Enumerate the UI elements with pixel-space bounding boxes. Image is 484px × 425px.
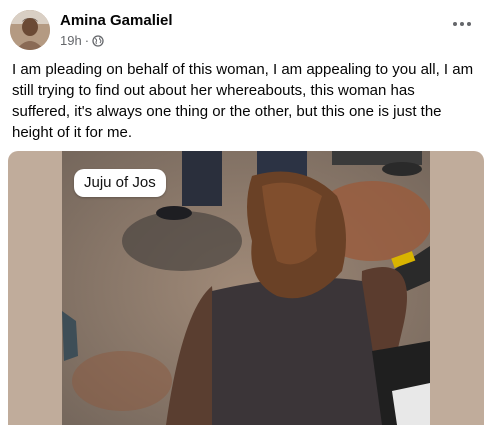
- more-horizontal-icon[interactable]: [448, 14, 476, 34]
- more-dot: [460, 22, 464, 26]
- more-dot: [467, 22, 471, 26]
- caption-overlay: Juju of Jos: [74, 169, 166, 197]
- meta-separator: ·: [84, 33, 90, 48]
- author-name[interactable]: Amina Gamaliel: [60, 12, 173, 29]
- post-meta: 19h ·: [60, 33, 104, 48]
- globe-icon[interactable]: [92, 34, 104, 47]
- post-header: Amina Gamaliel 19h ·: [8, 8, 478, 52]
- post-time[interactable]: 19h: [60, 33, 82, 48]
- post-photo[interactable]: Juju of Jos: [62, 151, 430, 425]
- author-avatar[interactable]: [10, 10, 50, 50]
- facebook-post: Amina Gamaliel 19h · I am pleading on be…: [0, 0, 484, 425]
- more-dot: [453, 22, 457, 26]
- post-media[interactable]: Juju of Jos: [8, 151, 484, 425]
- post-text: I am pleading on behalf of this woman, I…: [12, 61, 474, 141]
